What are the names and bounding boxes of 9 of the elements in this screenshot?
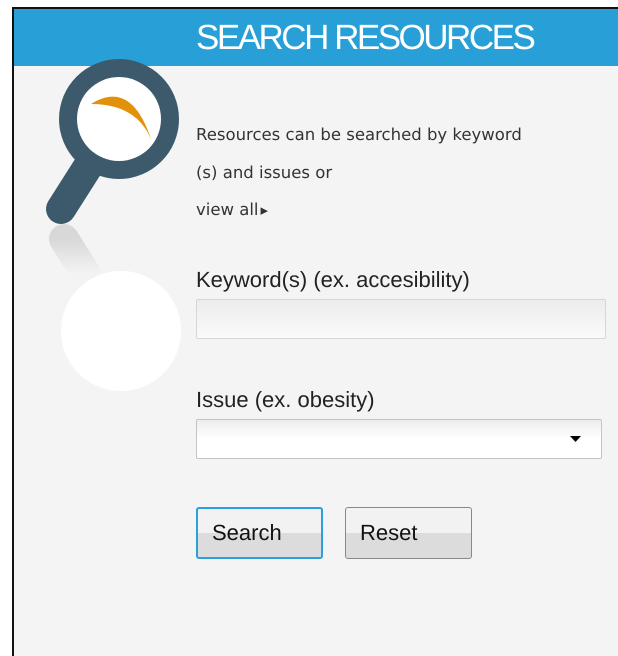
keyword-field[interactable]: [196, 299, 606, 339]
panel-title: SEARCH RESOURCES: [196, 18, 534, 58]
reset-button[interactable]: Reset: [345, 507, 472, 559]
search-button[interactable]: Search: [196, 507, 323, 559]
view-all-link[interactable]: view all▸: [196, 200, 268, 219]
field-label: Issue (ex. obesity): [196, 387, 375, 413]
caret-icon: [570, 436, 581, 442]
field-label: Keyword(s) (ex. accesibility): [196, 267, 470, 293]
issue-dropdown[interactable]: [196, 419, 602, 459]
